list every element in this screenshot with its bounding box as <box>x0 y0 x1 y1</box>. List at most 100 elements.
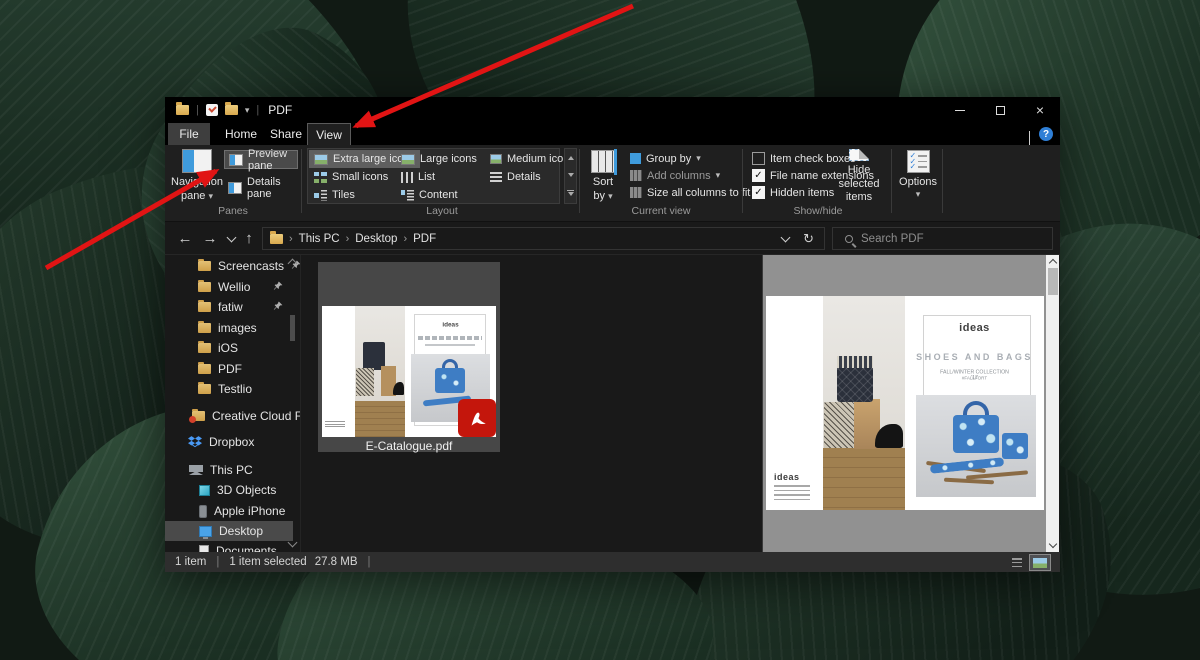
panes-group-label: Panes <box>165 205 301 217</box>
catalog-right-photo <box>916 395 1036 497</box>
sort-by-button[interactable]: Sort by ▾ <box>584 147 622 205</box>
folder-icon <box>198 364 211 374</box>
help-button[interactable]: ? <box>1039 127 1053 141</box>
preview-pane-button[interactable]: Preview pane <box>224 150 298 169</box>
sidebar-item-dropbox[interactable]: Dropbox <box>165 432 293 452</box>
refresh-icon[interactable]: ↻ <box>803 231 814 247</box>
sidebar-item-desktop[interactable]: Desktop <box>165 521 293 541</box>
checkbox-checked-icon: ✓ <box>752 186 765 199</box>
scrollbar-thumb[interactable] <box>290 315 295 341</box>
folder-icon <box>198 384 211 394</box>
preview-pane: ideas ideas SHOES AND BAGS FALL/WINTER C… <box>762 255 1046 552</box>
breadcrumb-pdf[interactable]: PDF <box>409 233 440 245</box>
hide-selected-items-button[interactable]: Hide selected items <box>829 147 889 205</box>
preview-scroll-up[interactable] <box>1046 255 1059 268</box>
maximize-icon <box>996 106 1005 115</box>
sidebar-scrollbar[interactable] <box>288 255 297 552</box>
layout-details[interactable]: Details <box>485 168 546 186</box>
sidebar-item-testlio[interactable]: Testlio <box>165 379 293 399</box>
breadcrumb-desktop[interactable]: Desktop <box>351 233 401 245</box>
back-button[interactable]: ← <box>173 222 197 255</box>
new-folder-icon[interactable] <box>225 105 238 115</box>
sidebar-item-ios[interactable]: iOS <box>165 338 293 358</box>
catalog-right-page: ideas SHOES AND BAGS FALL/WINTER COLLECT… <box>905 296 1044 510</box>
search-input[interactable] <box>861 233 1011 245</box>
hide-selected-label-line1: Hide selected <box>829 164 889 192</box>
address-box[interactable]: › This PC › Desktop › PDF ↻ <box>262 227 825 250</box>
sidebar-item-wellio[interactable]: Wellio <box>165 277 293 297</box>
details-pane-button[interactable]: Details pane <box>224 178 298 197</box>
preview-scrollbar-thumb[interactable] <box>1048 268 1058 295</box>
ribbon-view-tab: Navigation pane ▾ Preview pane Details p… <box>165 145 1060 222</box>
maximize-button[interactable] <box>980 97 1020 123</box>
sidebar-item-documents[interactable]: Documents <box>165 541 293 552</box>
dropdown-icon: ▾ <box>916 190 921 199</box>
sidebar-item-apple-iphone[interactable]: Apple iPhone <box>165 501 293 521</box>
layout-tiles[interactable]: Tiles <box>309 186 360 204</box>
up-button[interactable]: ↑ <box>239 222 259 255</box>
minimize-button[interactable] <box>940 97 980 123</box>
layout-large-icons[interactable]: Large icons <box>396 150 482 168</box>
extra-large-icons-icon <box>314 154 328 165</box>
separator: | <box>196 104 199 116</box>
window-title: PDF <box>268 103 292 117</box>
search-box[interactable] <box>832 227 1053 250</box>
sidebar-item-pdf[interactable]: PDF <box>165 359 293 379</box>
hidden-items-checkbox[interactable]: ✓ Hidden items <box>748 183 838 202</box>
catalog-hashtag: #FALLFORT <box>943 376 1006 381</box>
properties-icon[interactable] <box>206 104 218 116</box>
close-button[interactable]: × <box>1020 97 1060 123</box>
sidebar-item-images[interactable]: images <box>165 318 293 338</box>
size-all-columns-icon <box>630 187 642 198</box>
breadcrumb-this-pc[interactable]: This PC <box>295 233 344 245</box>
forward-button[interactable]: → <box>198 222 222 255</box>
crumb-separator: › <box>401 233 409 245</box>
pdf-file-badge-icon <box>458 399 496 437</box>
preview-pane-label: Preview pane <box>248 148 293 172</box>
preview-scrollbar[interactable] <box>1046 255 1059 552</box>
gallery-scroll-down-icon[interactable] <box>568 173 574 177</box>
tab-file[interactable]: File <box>168 123 210 145</box>
sidebar-item-3d-objects[interactable]: 3D Objects <box>165 480 293 500</box>
sidebar-item-fatiw[interactable]: fatiw <box>165 297 293 317</box>
group-by-label: Group by <box>646 153 691 165</box>
checkbox-unchecked-icon <box>752 152 765 165</box>
thumbnail-view-toggle[interactable] <box>1030 555 1050 570</box>
sidebar-item-this-pc[interactable]: This PC <box>165 460 293 480</box>
quick-access-toolbar: | ▾ | PDF <box>165 103 292 117</box>
small-icons-icon <box>314 172 327 183</box>
group-separator <box>301 149 302 213</box>
layout-small-icons[interactable]: Small icons <box>309 168 393 186</box>
navigation-pane-button[interactable]: Navigation pane ▾ <box>171 147 223 205</box>
scroll-up-icon[interactable] <box>288 259 298 269</box>
tiles-icon <box>314 190 327 201</box>
qat-customize-dropdown-icon[interactable]: ▾ <box>245 106 250 115</box>
hidden-items-label: Hidden items <box>770 187 834 199</box>
gallery-more-icon[interactable] <box>567 190 574 196</box>
sidebar-item-creative-cloud[interactable]: Creative Cloud Files <box>165 406 293 426</box>
folder-icon <box>198 302 211 312</box>
address-dropdown-icon[interactable] <box>781 233 791 243</box>
3d-objects-icon <box>199 485 210 496</box>
scroll-down-icon[interactable] <box>288 538 298 548</box>
collapse-ribbon-button[interactable] <box>1029 131 1030 145</box>
recent-locations-button[interactable] <box>222 222 240 255</box>
layout-content[interactable]: Content <box>396 186 463 204</box>
group-separator <box>942 149 943 213</box>
options-button[interactable]: ✓ ✓ ✓ Options ▾ <box>896 147 940 205</box>
selection-size: 27.8 MB <box>315 556 358 568</box>
layout-list[interactable]: List <box>396 168 440 186</box>
thumbnail-view-icon <box>1033 558 1047 568</box>
sidebar-item-screencasts[interactable]: Screencasts <box>165 256 293 276</box>
tab-share[interactable]: Share <box>265 123 307 145</box>
details-view-toggle[interactable] <box>1010 556 1024 569</box>
tab-view[interactable]: View <box>307 123 351 145</box>
tab-home[interactable]: Home <box>220 123 262 145</box>
size-all-columns-button[interactable]: Size all columns to fit <box>626 183 754 202</box>
file-tile-selected[interactable]: ideas E-Catalogue.pdf <box>318 262 500 452</box>
gallery-scroll-up-icon[interactable] <box>568 156 574 160</box>
preview-scroll-down[interactable] <box>1046 539 1059 552</box>
item-count: 1 item <box>165 556 206 568</box>
chevron-down-icon <box>226 232 236 242</box>
dropdown-icon: ▾ <box>209 191 214 201</box>
